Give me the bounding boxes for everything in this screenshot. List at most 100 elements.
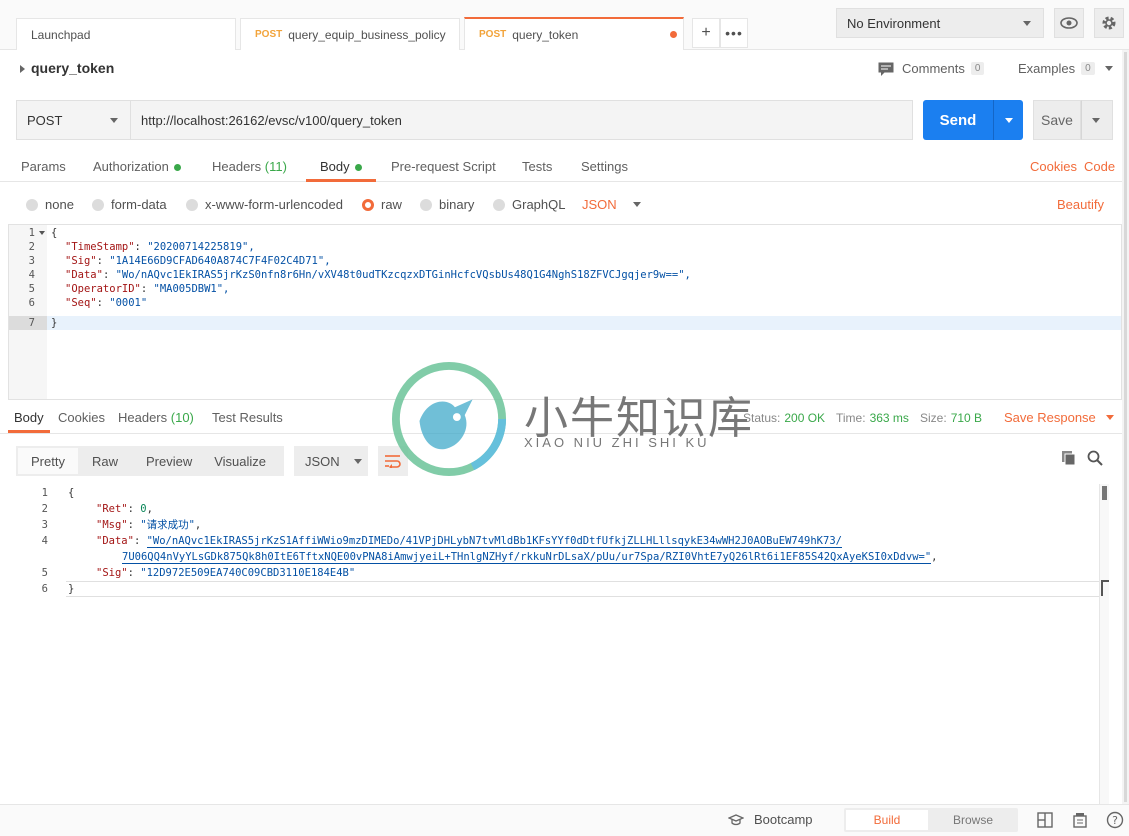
line-number: 1 — [41, 487, 48, 499]
chevron-down-icon — [1092, 118, 1100, 123]
response-tab-test-results[interactable]: Test Results — [212, 410, 283, 433]
send-button[interactable]: Send — [923, 100, 993, 140]
send-label: Send — [939, 111, 977, 129]
code-brace: { — [68, 487, 75, 499]
json-value: "0001" — [109, 297, 148, 309]
bootcamp-label: Bootcamp — [754, 812, 813, 827]
tab-launchpad[interactable]: Launchpad — [16, 18, 236, 50]
response-tab-headers[interactable]: Headers (10) — [118, 410, 194, 433]
page-scrollbar-thumb[interactable] — [1124, 52, 1127, 802]
browse-mode-button[interactable]: Browse — [930, 810, 1016, 830]
response-format-select[interactable]: JSON — [294, 446, 368, 476]
line-number: 5 — [41, 567, 48, 579]
body-type-binary[interactable]: binary — [420, 197, 474, 212]
time-label: Time: — [836, 411, 866, 425]
code-line: "Sig": "12D972E509EA740C09CBD3110E184E4B… — [96, 567, 356, 579]
code-brace: { — [51, 227, 58, 239]
line-number: 3 — [41, 519, 48, 531]
comments-button[interactable]: Comments 0 — [878, 61, 985, 76]
copy-button[interactable] — [1061, 450, 1077, 469]
radio-label: none — [45, 197, 74, 212]
line-number: 6 — [28, 297, 35, 309]
body-type-raw[interactable]: raw — [362, 197, 402, 212]
beautify-link[interactable]: Beautify — [1057, 197, 1104, 212]
chevron-down-icon — [1104, 66, 1113, 71]
body-type-urlencoded[interactable]: x-www-form-urlencoded — [186, 197, 343, 212]
tab-headers[interactable]: Headers (11) — [212, 159, 287, 182]
method-select[interactable]: POST — [16, 100, 131, 140]
size-value[interactable]: 710 B — [951, 411, 982, 425]
code-line: "Ret": 0, — [96, 503, 153, 515]
gear-icon — [1102, 16, 1116, 30]
tab-tests[interactable]: Tests — [522, 159, 552, 182]
json-value-link[interactable]: "Wo/nAQvc1EkIRAS5jrKzS1AffiWWio9mzDIMEDo… — [146, 535, 842, 548]
view-pretty-button[interactable]: Pretty — [18, 448, 78, 474]
view-preview-button[interactable]: Preview — [132, 454, 206, 469]
request-title[interactable]: query_token — [20, 60, 114, 76]
radio-label: GraphQL — [512, 197, 566, 212]
tab-query-equip-business-policy[interactable]: POST query_equip_business_policy — [240, 18, 460, 50]
response-tab-body[interactable]: Body — [8, 410, 50, 433]
bootcamp-button[interactable]: Bootcamp — [728, 812, 813, 827]
tab-pre-request-script[interactable]: Pre-request Script — [391, 159, 496, 182]
tab-body[interactable]: Body — [306, 159, 376, 182]
build-mode-button[interactable]: Build — [846, 810, 928, 830]
send-options-button[interactable] — [993, 100, 1023, 140]
request-body-editor[interactable]: 1 2 3 4 5 6 7 { "TimeStamp": "2020071422… — [8, 224, 1122, 400]
tab-params[interactable]: Params — [21, 159, 66, 182]
tab-authorization-label: Authorization — [93, 159, 169, 174]
wrap-lines-button[interactable] — [378, 446, 408, 476]
tab-authorization[interactable]: Authorization — [93, 159, 181, 182]
json-key: "TimeStamp" — [65, 241, 135, 253]
response-body-viewer[interactable]: 1 2 3 4 5 6 { "Ret": 0, "Msg": "请求成功", "… — [8, 484, 1122, 804]
more-tabs-button[interactable]: ••• — [720, 18, 748, 48]
scrollbar-thumb[interactable] — [1102, 486, 1107, 500]
url-input[interactable] — [131, 100, 913, 140]
scrollbar-track[interactable] — [1099, 484, 1109, 804]
tab-label: Launchpad — [31, 27, 91, 42]
method-label: POST — [27, 112, 63, 128]
environment-quick-look-button[interactable] — [1054, 8, 1084, 38]
line-number: 2 — [41, 503, 48, 515]
tab-body-label: Body — [320, 159, 350, 174]
help-button[interactable]: ? — [1106, 811, 1124, 832]
search-button[interactable] — [1087, 450, 1103, 469]
save-options-button[interactable] — [1081, 100, 1113, 140]
status-value[interactable]: 200 OK — [784, 411, 825, 425]
tab-headers-label: Headers — [212, 159, 262, 174]
capture-requests-button[interactable] — [1072, 812, 1088, 831]
two-pane-view-button[interactable] — [1037, 812, 1053, 831]
code-link[interactable]: Code — [1084, 159, 1115, 182]
comment-icon — [878, 62, 894, 76]
fold-chevron-icon[interactable] — [39, 231, 45, 235]
response-tab-cookies[interactable]: Cookies — [58, 410, 105, 433]
body-type-graphql[interactable]: GraphQL — [493, 197, 565, 212]
cookies-link[interactable]: Cookies — [1030, 159, 1077, 182]
raw-format-select[interactable]: JSON — [582, 197, 641, 212]
tab-label: query_equip_business_policy — [288, 27, 446, 42]
examples-button[interactable]: Examples 0 — [1018, 61, 1113, 76]
body-type-form-data[interactable]: form-data — [92, 197, 167, 212]
view-visualize-button[interactable]: Visualize — [206, 454, 274, 469]
radio-circle — [26, 198, 38, 211]
save-response-label: Save Response — [1004, 410, 1096, 425]
settings-button[interactable] — [1094, 8, 1124, 38]
json-value: "20200714225819", — [147, 241, 255, 253]
radio-label: binary — [439, 197, 475, 212]
environment-select[interactable]: No Environment — [836, 8, 1044, 38]
json-value-link[interactable]: 7U06QQ4nVyYLsGDk875Qk8h0ItE6TftxNQE00vPN… — [122, 551, 932, 564]
environment-label: No Environment — [847, 15, 941, 31]
save-response-button[interactable]: Save Response — [1004, 410, 1114, 425]
radio-circle — [493, 198, 505, 211]
body-type-none[interactable]: none — [26, 197, 74, 212]
code-line: "Sig": "1A14E66D9CFAD640A874C7F4F02C4D71… — [65, 255, 331, 267]
tab-query-token[interactable]: POST query_token — [464, 17, 684, 50]
json-value: "Wo/nAQvc1EkIRAS5jrKzS0nfn8r6Hn/vXV48t0u… — [115, 269, 691, 281]
code-line: "Seq": "0001" — [65, 297, 148, 309]
tab-settings[interactable]: Settings — [581, 159, 628, 182]
view-raw-button[interactable]: Raw — [78, 454, 132, 469]
save-button[interactable]: Save — [1033, 100, 1081, 140]
new-tab-button[interactable]: + — [692, 18, 720, 48]
request-tabs: Params Authorization Headers (11) Body P… — [0, 152, 1129, 182]
time-value[interactable]: 363 ms — [870, 411, 909, 425]
